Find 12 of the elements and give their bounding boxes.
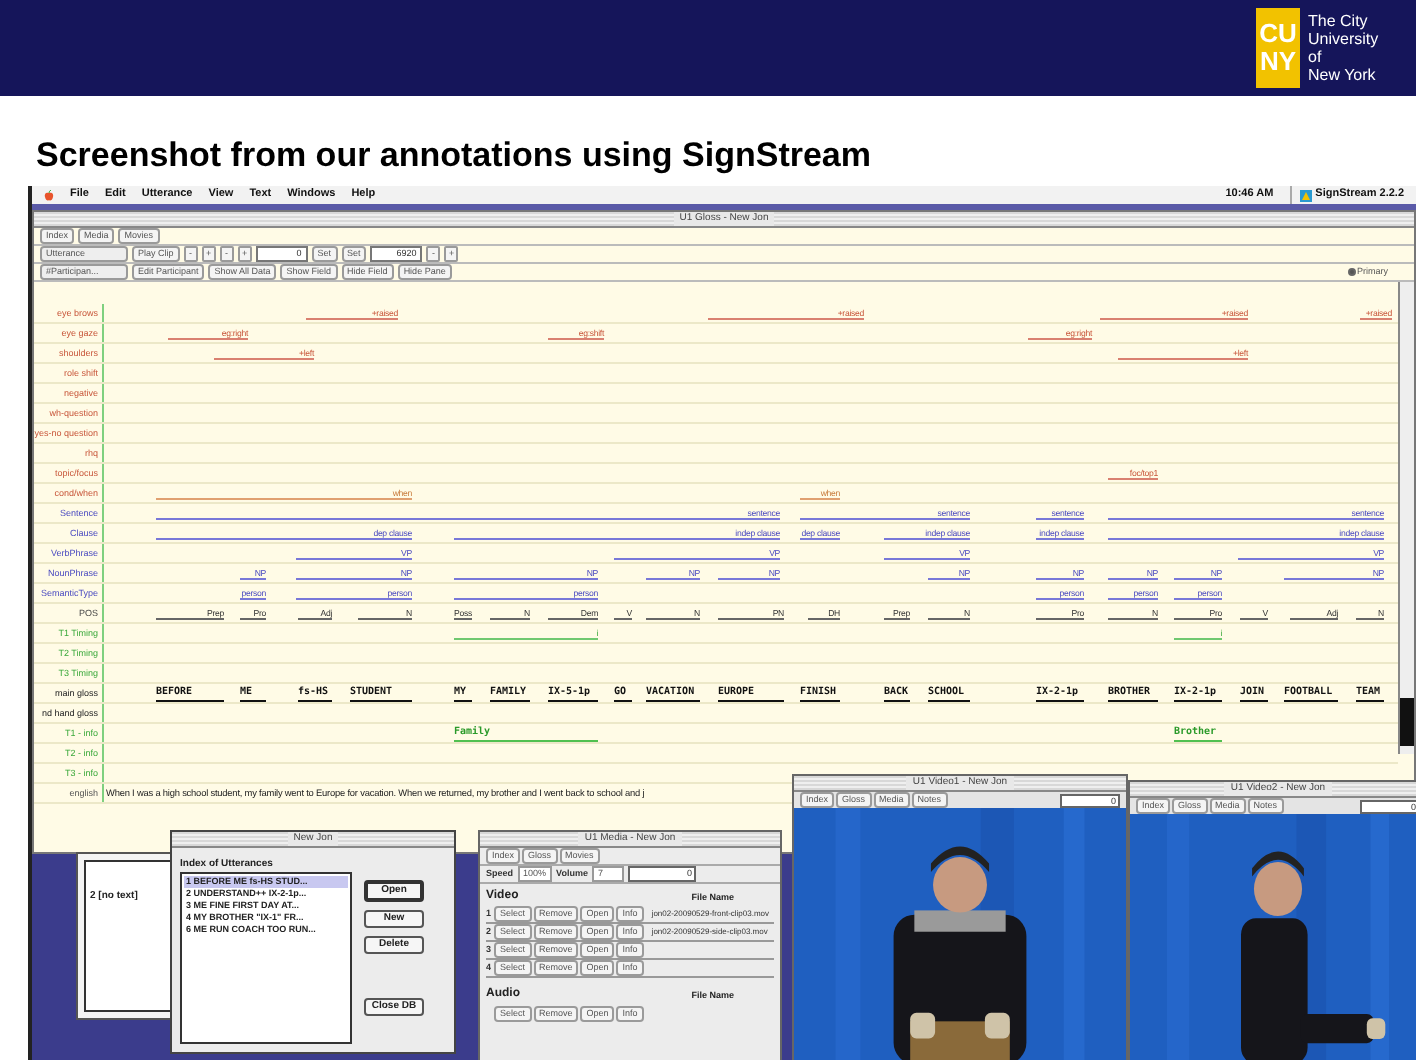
logo-text: The City: [1308, 12, 1370, 30]
apple-icon: [44, 189, 54, 201]
logo-text: of: [1308, 48, 1324, 66]
scrollbar-thumb[interactable]: [1400, 698, 1414, 746]
logo-letters: CU: [1259, 20, 1297, 48]
primary-radio[interactable]: [1347, 268, 1355, 276]
logo-text: New York: [1308, 66, 1378, 84]
slide-title: Screenshot from our annotations using SignStream: [36, 136, 871, 176]
scrollbar[interactable]: [1398, 282, 1414, 754]
logo-text: University: [1308, 30, 1381, 48]
app-icon: [1299, 189, 1312, 201]
logo-letters: NY: [1259, 48, 1297, 76]
